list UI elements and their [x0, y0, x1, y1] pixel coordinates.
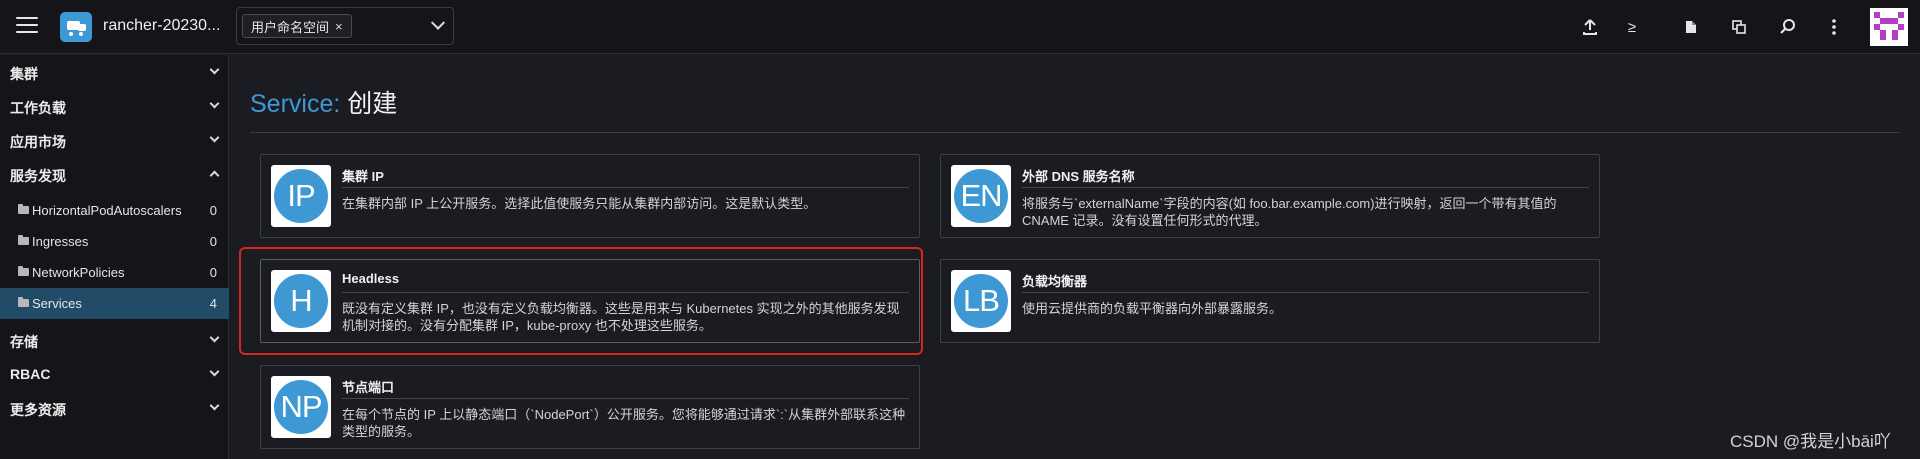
sidebar-item-label: Ingresses: [32, 234, 89, 249]
divider: [342, 292, 909, 293]
service-type-logo: IP: [271, 165, 331, 227]
sidebar-item-count: 0: [209, 265, 217, 280]
sidebar-group-label: 服务发现: [10, 168, 66, 184]
upload-icon[interactable]: [1579, 16, 1601, 38]
sidebar-group-label: 集群: [10, 66, 38, 82]
service-type-logo: LB: [951, 270, 1011, 332]
service-type-description: 将服务与`externalName`字段的内容(如 foo.bar.exampl…: [1022, 196, 1557, 228]
sidebar-group-apps[interactable]: 应用市场: [0, 123, 229, 157]
sidebar-item-networkpolicies[interactable]: NetworkPolicies 0: [0, 257, 229, 288]
sidebar-group-workload[interactable]: 工作负载: [0, 89, 229, 123]
cluster-icon[interactable]: [60, 12, 92, 42]
divider: [1022, 292, 1589, 293]
sidebar-group-label: 工作负载: [10, 100, 66, 116]
service-type-abbr: LB: [954, 274, 1008, 328]
divider: [1022, 187, 1589, 188]
folder-icon: [18, 235, 29, 245]
sidebar-group-cluster[interactable]: 集群: [0, 55, 229, 89]
cluster-name[interactable]: rancher-20230...: [103, 17, 220, 35]
sidebar-item-label: HorizontalPodAutoscalers: [32, 203, 182, 218]
sidebar-item-count: 4: [209, 296, 217, 311]
page-title-action: 创建: [347, 90, 398, 118]
service-type-logo: H: [271, 270, 331, 332]
divider: [342, 187, 909, 188]
sidebar-item-hpa[interactable]: HorizontalPodAutoscalers 0: [0, 195, 229, 226]
chip-remove-icon[interactable]: ×: [335, 19, 343, 34]
service-type-logo: EN: [951, 165, 1011, 227]
sidebar-group-label: 更多资源: [10, 402, 66, 418]
sidebar-item-count: 0: [209, 203, 217, 218]
folder-icon: [18, 266, 29, 276]
namespace-chip-label: 用户命名空间: [251, 19, 330, 35]
page-title: Service: 创建: [250, 84, 397, 120]
user-avatar[interactable]: [1870, 8, 1908, 46]
page-title-prefix: Service:: [250, 90, 341, 118]
terminal-icon[interactable]: ≥: [1621, 16, 1643, 38]
service-type-card-headless[interactable]: H Headless 既没有定义集群 IP，也没有定义负载均衡器。这些是用来与 …: [260, 259, 920, 343]
service-type-description: 在每个节点的 IP 上以静态端口（`NodePort`）公开服务。您将能够通过请…: [342, 407, 906, 439]
sidebar-item-services[interactable]: Services 4: [0, 288, 229, 319]
menu-icon[interactable]: [16, 17, 38, 35]
service-type-title: 节点端口: [342, 380, 395, 395]
sidebar-item-ingresses[interactable]: Ingresses 0: [0, 226, 229, 257]
chevron-down-icon: [209, 64, 220, 75]
chevron-down-icon: [209, 98, 220, 109]
service-type-abbr: H: [274, 274, 328, 328]
sidebar-group-label: RBAC: [10, 366, 51, 382]
sidebar-group-rbac[interactable]: RBAC: [0, 357, 229, 391]
sidebar: 集群 工作负载 应用市场 服务发现 HorizontalPodAutoscale…: [0, 55, 229, 459]
chevron-down-icon[interactable]: [430, 15, 446, 30]
more-vertical-icon[interactable]: [1823, 16, 1845, 38]
file-icon[interactable]: [1680, 16, 1702, 38]
copy-icon[interactable]: [1728, 16, 1750, 38]
namespace-filter[interactable]: 用户命名空间 ×: [236, 7, 454, 45]
sidebar-group-service-discovery[interactable]: 服务发现: [0, 157, 229, 191]
chevron-down-icon: [209, 366, 220, 377]
sidebar-group-label: 应用市场: [10, 134, 66, 150]
service-type-description: 既没有定义集群 IP，也没有定义负载均衡器。这些是用来与 Kubernetes …: [342, 301, 900, 333]
watermark: CSDN @我是小bāi吖: [1730, 432, 1891, 451]
service-type-title: 外部 DNS 服务名称: [1022, 169, 1135, 184]
service-type-title: 集群 IP: [342, 169, 384, 184]
service-type-title: 负载均衡器: [1022, 274, 1088, 289]
sidebar-group-more-resources[interactable]: 更多资源: [0, 391, 229, 425]
service-type-card-clusterip[interactable]: IP 集群 IP 在集群内部 IP 上公开服务。选择此值使服务只能从集群内部访问…: [260, 154, 920, 238]
service-type-abbr: NP: [274, 380, 328, 434]
chevron-down-icon: [209, 400, 220, 411]
namespace-chip: 用户命名空间 ×: [242, 14, 352, 38]
folder-icon: [18, 204, 29, 214]
chevron-down-icon: [209, 132, 220, 143]
service-type-card-externalname[interactable]: EN 外部 DNS 服务名称 将服务与`externalName`字段的内容(如…: [940, 154, 1600, 238]
sidebar-item-count: 0: [209, 234, 217, 249]
service-type-description: 使用云提供商的负载平衡器向外部暴露服务。: [1022, 301, 1283, 316]
sidebar-group-label: 存储: [10, 334, 38, 350]
service-type-description: 在集群内部 IP 上公开服务。选择此值使服务只能从集群内部访问。这是默认类型。: [342, 196, 817, 211]
chevron-up-icon: [209, 170, 220, 181]
folder-icon: [18, 297, 29, 307]
service-type-card-nodeport[interactable]: NP 节点端口 在每个节点的 IP 上以静态端口（`NodePort`）公开服务…: [260, 365, 920, 449]
service-type-abbr: EN: [954, 169, 1008, 223]
service-type-logo: NP: [271, 376, 331, 438]
divider: [342, 398, 909, 399]
service-type-title: Headless: [342, 271, 400, 286]
service-type-card-loadbalancer[interactable]: LB 负载均衡器 使用云提供商的负载平衡器向外部暴露服务。: [940, 259, 1600, 343]
sidebar-item-label: Services: [32, 296, 82, 311]
sidebar-item-label: NetworkPolicies: [32, 265, 125, 280]
top-header: rancher-20230... 用户命名空间 × ≥: [0, 0, 1920, 54]
search-icon[interactable]: [1777, 16, 1799, 38]
chevron-down-icon: [209, 332, 220, 343]
sidebar-group-storage[interactable]: 存储: [0, 323, 229, 357]
divider: [250, 132, 1900, 133]
service-type-abbr: IP: [274, 169, 328, 223]
